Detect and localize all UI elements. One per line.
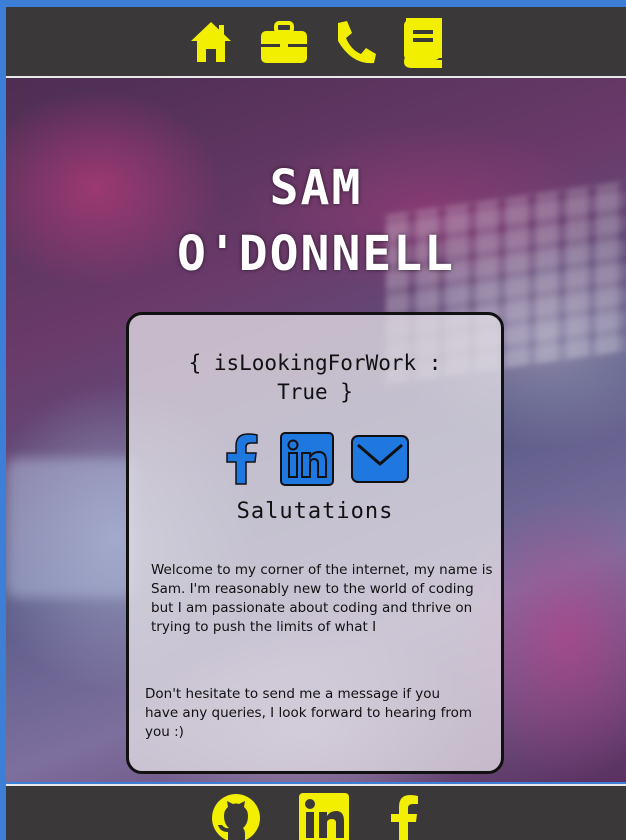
briefcase-icon[interactable]: [258, 17, 310, 67]
background-device: [6, 458, 136, 598]
status-tag-line2: True }: [277, 380, 353, 404]
facebook-icon[interactable]: [220, 432, 264, 490]
footer-nav: [6, 784, 626, 840]
linkedin-icon[interactable]: [298, 792, 350, 840]
email-icon[interactable]: [350, 432, 410, 490]
card-heading: Salutations: [236, 499, 394, 524]
linkedin-icon[interactable]: [280, 432, 334, 490]
home-icon[interactable]: [186, 17, 236, 67]
intro-paragraph: Welcome to my corner of the internet, my…: [151, 562, 493, 635]
social-links: [129, 432, 501, 490]
top-nav: [6, 7, 626, 78]
status-tag: { isLookingForWork : True }: [129, 349, 501, 407]
phone-icon[interactable]: [332, 17, 376, 67]
hero-section: SAM O'DONNELL { isLookingForWork : True …: [6, 78, 626, 782]
name-last: O'DONNELL: [176, 226, 456, 282]
intro-card: { isLookingForWork : True } Salutations …: [126, 312, 504, 774]
contact-paragraph: Don't hesitate to send me a message if y…: [145, 686, 472, 740]
name-first: SAM: [269, 160, 363, 216]
status-tag-line1: { isLookingForWork :: [188, 351, 442, 375]
github-icon[interactable]: [210, 792, 262, 840]
book-icon[interactable]: [398, 16, 446, 68]
facebook-icon[interactable]: [386, 792, 422, 840]
